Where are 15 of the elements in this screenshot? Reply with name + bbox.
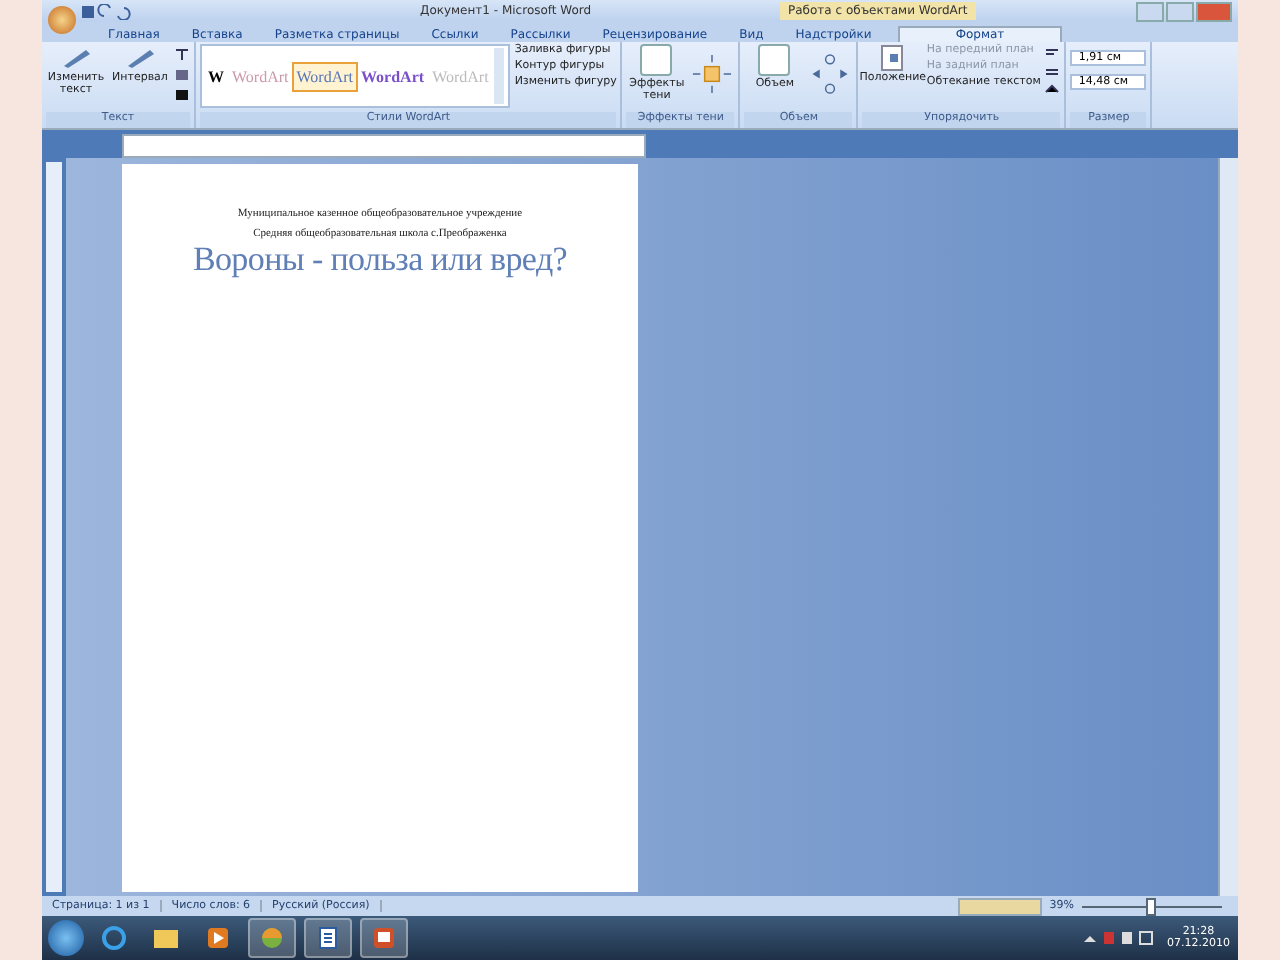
close-button[interactable] (1196, 1, 1232, 21)
vertical-scrollbar[interactable] (1218, 158, 1238, 896)
page-position-icon (876, 44, 909, 72)
zoom-thumb[interactable] (1145, 897, 1155, 915)
wordart-title: Вороны - польза или вред? (192, 240, 568, 280)
volume-icon (758, 44, 791, 76)
system-tray-icons[interactable] (1079, 928, 1159, 948)
wordart-style[interactable]: WordArt (359, 63, 427, 89)
document-app-icon[interactable] (304, 918, 352, 958)
shadow-icon (640, 44, 673, 76)
wordart-style[interactable]: W (206, 63, 226, 89)
start-button[interactable] (48, 920, 84, 956)
presentation-app-icon[interactable] (360, 918, 408, 958)
wordart-style[interactable]: WordArt (294, 63, 355, 89)
text-tools-icon[interactable] (174, 44, 190, 104)
